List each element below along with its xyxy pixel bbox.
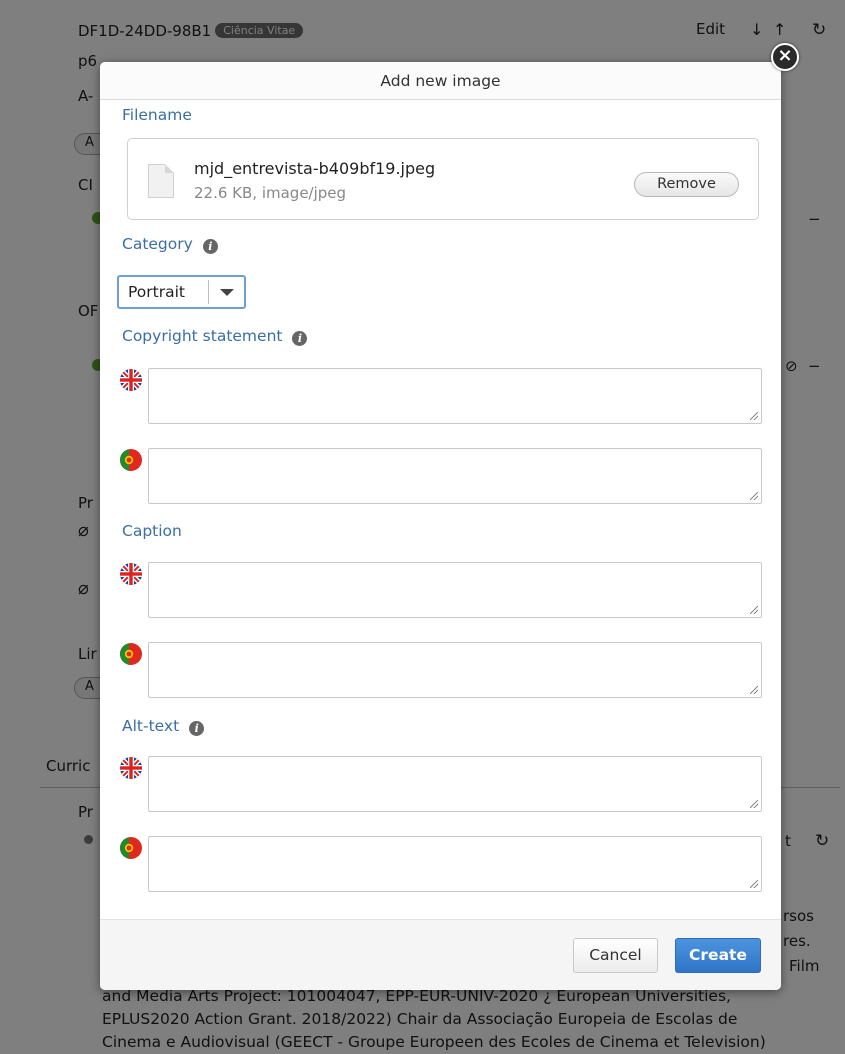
portugal-flag-icon: [120, 837, 142, 859]
file-meta: 22.6 KB, image/jpeg: [194, 184, 347, 202]
uk-flag-icon: [120, 563, 142, 585]
add-image-dialog: Add new image Filename mjd_entrevista-b4…: [100, 62, 781, 990]
caption-pt-textarea[interactable]: [148, 642, 762, 698]
uploaded-file-card: mjd_entrevista-b409bf19.jpeg 22.6 KB, im…: [127, 138, 759, 220]
chevron-down-icon[interactable]: [220, 289, 234, 296]
copyright-pt-textarea[interactable]: [148, 448, 762, 504]
close-icon[interactable]: ×: [771, 43, 799, 71]
filename-label: Filename: [122, 106, 192, 124]
remove-file-button[interactable]: Remove: [634, 172, 739, 197]
info-icon[interactable]: i: [292, 331, 308, 346]
category-label-text: Category: [122, 235, 193, 253]
alttext-label: Alt-text i: [122, 717, 205, 736]
info-icon[interactable]: i: [202, 239, 218, 254]
category-select[interactable]: Portrait: [117, 275, 246, 309]
dialog-title: Add new image: [100, 62, 781, 100]
file-name: mjd_entrevista-b409bf19.jpeg: [194, 159, 436, 178]
info-icon[interactable]: i: [189, 721, 205, 736]
copyright-label-text: Copyright statement: [122, 327, 283, 345]
alttext-en-textarea[interactable]: [148, 756, 762, 812]
alttext-pt-textarea[interactable]: [148, 836, 762, 892]
cancel-button[interactable]: Cancel: [573, 938, 658, 973]
file-icon: [148, 164, 174, 198]
category-select-value: Portrait: [128, 283, 185, 301]
portugal-flag-icon: [120, 643, 142, 665]
caption-en-textarea[interactable]: [148, 562, 762, 618]
portugal-flag-icon: [120, 449, 142, 471]
copyright-en-textarea[interactable]: [148, 368, 762, 424]
copyright-label: Copyright statement i: [122, 327, 308, 346]
uk-flag-icon: [120, 369, 142, 391]
alttext-label-text: Alt-text: [122, 717, 180, 735]
category-label: Category i: [122, 235, 218, 254]
uk-flag-icon: [120, 757, 142, 779]
caption-label: Caption: [122, 522, 182, 540]
create-button[interactable]: Create: [675, 938, 761, 973]
dialog-footer: Cancel Create: [100, 919, 781, 990]
select-divider: [208, 280, 209, 304]
